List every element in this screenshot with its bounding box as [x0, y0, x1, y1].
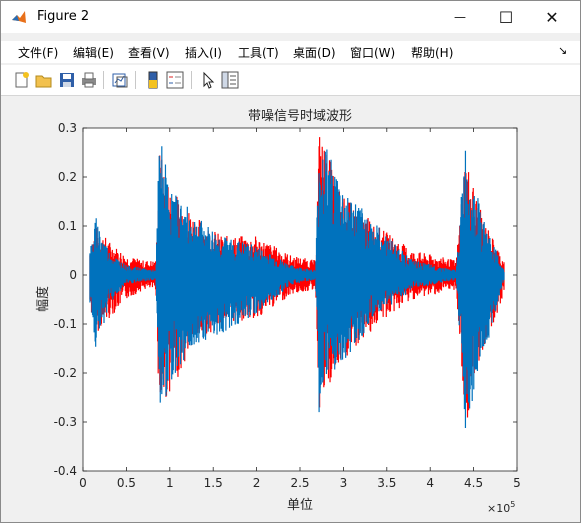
- x-axis-label: 单位: [287, 498, 313, 513]
- y-tick-label: 0: [69, 268, 77, 282]
- y-tick-label: -0.3: [54, 415, 77, 429]
- open-file-icon[interactable]: [35, 71, 53, 89]
- legend-icon[interactable]: [166, 71, 184, 89]
- x-tick-label: 1.5: [204, 476, 223, 490]
- figure-window: Figure 2 — ☐ ✕ 文件(F) 编辑(E) 查看(V) 插入(I) 工…: [0, 0, 581, 523]
- toolbar-separator: [191, 71, 192, 89]
- menu-desktop[interactable]: 桌面(D): [293, 44, 336, 61]
- figure-toolbar: [1, 65, 580, 96]
- x-tick-label: 1: [166, 476, 174, 490]
- y-tick-label: 0.2: [58, 170, 77, 184]
- minimize-icon: —: [454, 10, 466, 24]
- x-tick-label: 2: [253, 476, 261, 490]
- y-tick-label: 0.1: [58, 219, 77, 233]
- menu-edit[interactable]: 编辑(E): [73, 44, 114, 61]
- x-tick-label: 4.5: [464, 476, 483, 490]
- menu-view[interactable]: 查看(V): [128, 44, 170, 61]
- y-tick-label: -0.1: [54, 317, 77, 331]
- maximize-button[interactable]: ☐: [483, 1, 529, 33]
- property-inspector-icon[interactable]: [221, 71, 239, 89]
- print-icon[interactable]: [80, 71, 98, 89]
- x-axis-multiplier-base: ×10: [487, 502, 510, 515]
- x-tick-label: 0: [79, 476, 87, 490]
- save-icon[interactable]: [58, 71, 76, 89]
- y-axis-label: 幅度: [35, 286, 51, 312]
- dock-figure-icon[interactable]: ↘: [558, 44, 567, 57]
- maximize-icon: ☐: [498, 7, 514, 27]
- x-axis-multiplier-exponent: 5: [510, 500, 515, 509]
- plot-canvas[interactable]: 0 0.5 1 1.5 2 2.5 3 3.5 4 4.5 5 0.3 0.2 0.1 0 -0.1 -0.2…: [1, 96, 580, 522]
- x-tick-label: 2.5: [290, 476, 309, 490]
- minimize-button[interactable]: —: [437, 1, 483, 33]
- x-tick-label: 3: [340, 476, 348, 490]
- pointer-icon[interactable]: [199, 71, 217, 89]
- menu-help[interactable]: 帮助(H): [411, 44, 453, 61]
- y-tick-label: -0.2: [54, 366, 77, 380]
- window-title: Figure 2: [37, 9, 90, 24]
- menu-file[interactable]: 文件(F): [18, 44, 58, 61]
- y-tick-label: -0.4: [54, 464, 77, 478]
- axes-background: [83, 128, 517, 471]
- menu-bar: 文件(F) 编辑(E) 查看(V) 插入(I) 工具(T) 桌面(D) 窗口(W…: [1, 41, 580, 63]
- y-tick-label: 0.3: [58, 121, 77, 135]
- new-figure-icon[interactable]: [13, 71, 31, 89]
- chart-title: 带噪信号时域波形: [248, 109, 352, 124]
- menu-window[interactable]: 窗口(W): [350, 44, 395, 61]
- matlab-logo-icon: [11, 9, 27, 25]
- menu-insert[interactable]: 插入(I): [185, 44, 222, 61]
- x-tick-label: 5: [513, 476, 521, 490]
- x-tick-label: 4: [426, 476, 434, 490]
- x-axis-multiplier: ×105: [487, 500, 515, 515]
- toolbar-separator: [135, 71, 136, 89]
- close-icon: ✕: [545, 7, 559, 27]
- close-button[interactable]: ✕: [529, 1, 575, 33]
- x-tick-label: 0.5: [117, 476, 136, 490]
- figure-canvas: 0 0.5 1 1.5 2 2.5 3 3.5 4 4.5 5 0.3 0.2 0.1 0 -0.1 -0.2…: [1, 96, 580, 522]
- x-tick-label: 3.5: [377, 476, 396, 490]
- colorbar-icon[interactable]: [144, 71, 162, 89]
- link-plot-icon[interactable]: [111, 71, 129, 89]
- toolbar-separator: [103, 71, 104, 89]
- title-bar: Figure 2 — ☐ ✕: [1, 1, 580, 33]
- menu-tools[interactable]: 工具(T): [238, 44, 279, 61]
